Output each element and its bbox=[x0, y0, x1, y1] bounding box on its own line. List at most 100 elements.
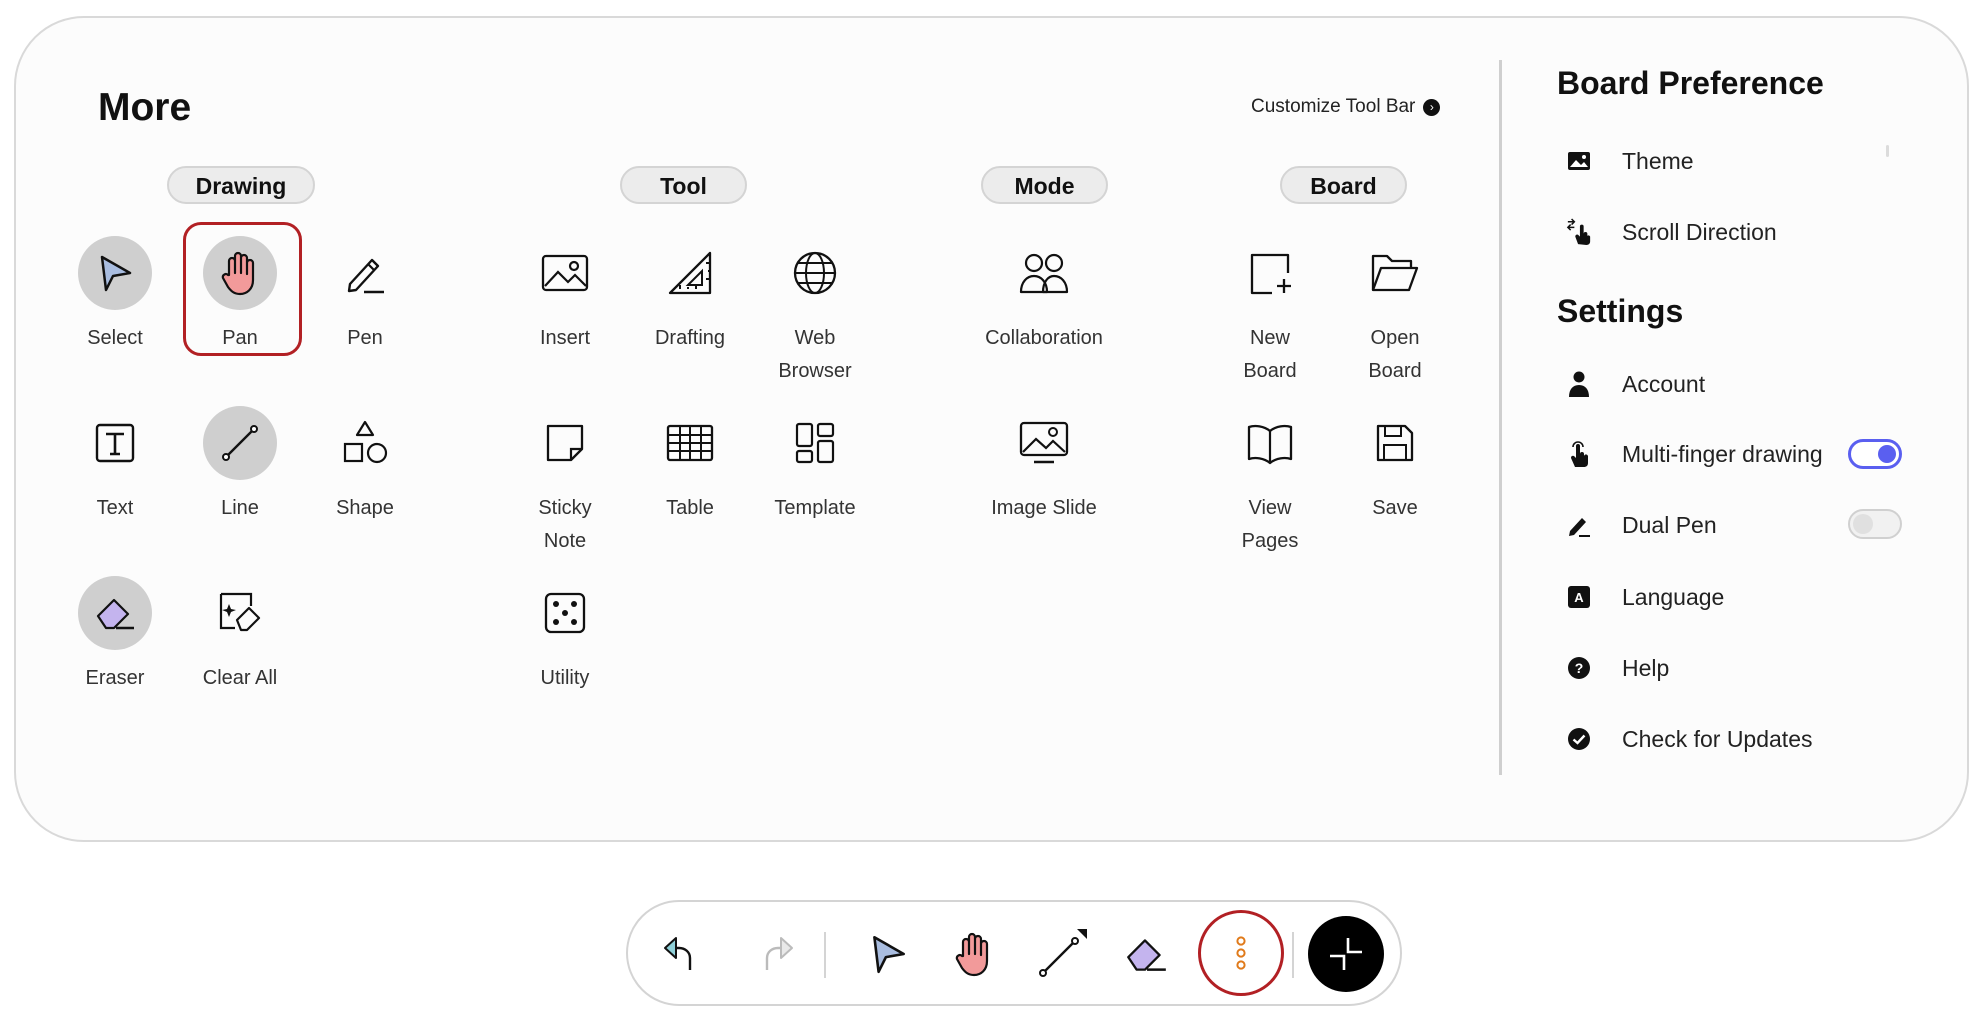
toolbar-line-button[interactable] bbox=[1032, 924, 1092, 984]
image-slide-icon bbox=[1007, 406, 1081, 480]
minimize-icon bbox=[1330, 938, 1362, 970]
redo-button[interactable] bbox=[743, 924, 803, 984]
tool-utility[interactable]: Utility bbox=[502, 576, 628, 695]
customize-toolbar-link[interactable]: Customize Tool Bar › bbox=[1251, 96, 1441, 118]
tool-label: Insert bbox=[539, 327, 591, 349]
person-icon bbox=[1566, 371, 1592, 397]
tool-collaboration[interactable]: Collaboration bbox=[969, 236, 1119, 355]
undo-icon bbox=[664, 937, 692, 970]
chevron-right-icon: › bbox=[1423, 98, 1441, 116]
tool-clear-all[interactable]: Clear All bbox=[177, 576, 303, 695]
select-arrow-icon bbox=[78, 236, 152, 310]
settings-title: Settings bbox=[1557, 293, 1684, 329]
tool-select[interactable]: Select bbox=[52, 236, 178, 355]
tool-label: Drafting bbox=[654, 327, 726, 349]
tool-label: Save bbox=[1372, 497, 1418, 519]
bottom-toolbar bbox=[626, 900, 1402, 1006]
redo-icon bbox=[765, 937, 793, 970]
tool-label: Utility bbox=[540, 667, 590, 689]
section-board: Board bbox=[1280, 166, 1407, 204]
toolbar-eraser-button[interactable] bbox=[1116, 924, 1176, 984]
theme-label: Theme bbox=[1622, 147, 1694, 174]
dual-pen-label: Dual Pen bbox=[1622, 511, 1717, 538]
hand-icon bbox=[955, 932, 989, 977]
tool-open-board[interactable]: Open Board bbox=[1332, 236, 1458, 388]
tool-label: Template bbox=[774, 497, 856, 519]
tool-line[interactable]: Line bbox=[177, 406, 303, 525]
theme-item[interactable]: Theme bbox=[1566, 141, 1694, 181]
tool-label: Clear All bbox=[202, 667, 278, 689]
tool-template[interactable]: Template bbox=[752, 406, 878, 525]
image-icon bbox=[1566, 148, 1592, 174]
tool-table[interactable]: Table bbox=[627, 406, 753, 525]
help-item[interactable]: ? Help bbox=[1566, 648, 1669, 688]
table-icon bbox=[653, 406, 727, 480]
account-label: Account bbox=[1622, 370, 1706, 397]
dice-icon bbox=[528, 576, 602, 650]
book-icon bbox=[1233, 406, 1307, 480]
tool-label: Table bbox=[666, 497, 714, 519]
tool-text[interactable]: Text bbox=[52, 406, 178, 525]
new-board-icon bbox=[1233, 236, 1307, 310]
check-circle-icon bbox=[1566, 726, 1592, 752]
tool-sticky-note[interactable]: Sticky Note bbox=[502, 406, 628, 558]
language-label: Language bbox=[1622, 583, 1725, 610]
tool-view-pages[interactable]: View Pages bbox=[1207, 406, 1333, 558]
tool-insert[interactable]: Insert bbox=[502, 236, 628, 355]
line-icon bbox=[203, 406, 277, 480]
tool-label: Open Board bbox=[1368, 327, 1422, 382]
account-item[interactable]: Account bbox=[1566, 364, 1705, 404]
image-insert-icon bbox=[528, 236, 602, 310]
users-icon bbox=[1007, 236, 1081, 310]
sticky-note-icon bbox=[528, 406, 602, 480]
tool-label: Eraser bbox=[85, 667, 145, 689]
tool-web-browser[interactable]: Web Browser bbox=[752, 236, 878, 388]
tool-label: Select bbox=[87, 327, 143, 349]
tool-drafting[interactable]: Drafting bbox=[627, 236, 753, 355]
toolbar-select-button[interactable] bbox=[858, 924, 918, 984]
undo-button[interactable] bbox=[654, 924, 714, 984]
tool-eraser[interactable]: Eraser bbox=[52, 576, 178, 695]
tool-new-board[interactable]: New Board bbox=[1207, 236, 1333, 388]
tool-label: Web Browser bbox=[778, 327, 852, 382]
select-arrow-icon bbox=[873, 935, 905, 974]
touch-icon bbox=[1566, 441, 1592, 467]
scroll-indicator[interactable] bbox=[1886, 145, 1889, 157]
language-icon: A bbox=[1566, 584, 1592, 610]
tool-image-slide[interactable]: Image Slide bbox=[969, 406, 1119, 525]
tool-save[interactable]: Save bbox=[1332, 406, 1458, 525]
more-vertical-icon bbox=[1236, 936, 1246, 970]
globe-icon bbox=[778, 236, 852, 310]
pen-icon bbox=[328, 236, 402, 310]
check-updates-item[interactable]: Check for Updates bbox=[1566, 719, 1812, 759]
toggle-knob bbox=[1878, 445, 1896, 463]
tool-pen[interactable]: Pen bbox=[302, 236, 428, 355]
folder-open-icon bbox=[1358, 236, 1432, 310]
multi-finger-drawing-item[interactable]: Multi-finger drawing bbox=[1566, 434, 1823, 474]
dual-pen-item[interactable]: Dual Pen bbox=[1566, 505, 1717, 545]
tool-label: Collaboration bbox=[985, 327, 1103, 349]
toggle-knob bbox=[1853, 514, 1873, 534]
board-preference-title: Board Preference bbox=[1557, 65, 1824, 101]
section-tool: Tool bbox=[620, 166, 747, 204]
tool-label: Shape bbox=[336, 497, 394, 519]
scroll-direction-label: Scroll Direction bbox=[1622, 218, 1777, 245]
multi-finger-toggle[interactable] bbox=[1848, 439, 1902, 469]
pan-highlight-box bbox=[183, 222, 302, 356]
floppy-disk-icon bbox=[1358, 406, 1432, 480]
language-item[interactable]: A Language bbox=[1566, 577, 1724, 617]
tool-label: Image Slide bbox=[991, 497, 1097, 519]
tool-label: Pen bbox=[347, 327, 383, 349]
section-mode: Mode bbox=[981, 166, 1108, 204]
dual-pen-toggle[interactable] bbox=[1848, 509, 1902, 539]
tool-shape[interactable]: Shape bbox=[302, 406, 428, 525]
more-button[interactable] bbox=[1198, 910, 1284, 996]
toolbar-pan-button[interactable] bbox=[944, 924, 1004, 984]
panel-divider bbox=[1499, 60, 1502, 775]
help-icon: ? bbox=[1566, 655, 1592, 681]
scroll-direction-item[interactable]: Scroll Direction bbox=[1566, 212, 1777, 252]
svg-text:?: ? bbox=[1575, 660, 1584, 676]
minimize-button[interactable] bbox=[1308, 916, 1384, 992]
scroll-hand-icon bbox=[1566, 218, 1592, 245]
pen-stroke-icon bbox=[1566, 512, 1592, 538]
